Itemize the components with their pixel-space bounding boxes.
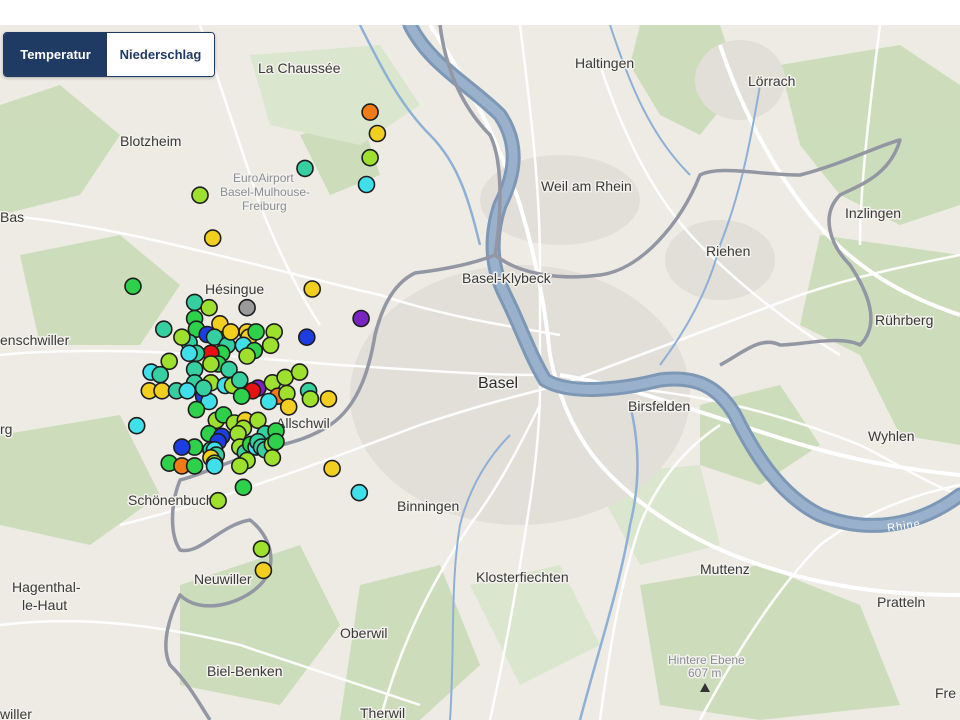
- station-marker[interactable]: [178, 381, 197, 400]
- station-marker[interactable]: [254, 561, 273, 580]
- station-marker[interactable]: [301, 390, 320, 408]
- station-marker[interactable]: [297, 328, 316, 347]
- station-marker[interactable]: [303, 280, 322, 298]
- label-haltingen: Haltingen: [575, 55, 634, 71]
- map-canvas[interactable]: La Chaussée Haltingen Lörrach Blotzheim …: [0, 25, 960, 720]
- label-bas: Bas: [0, 209, 24, 225]
- label-hesingue: Hésingue: [205, 281, 264, 297]
- label-ruehrberg: Rührberg: [875, 312, 933, 328]
- label-binningen: Binningen: [397, 498, 459, 514]
- label-hintere-ebene-elev: 607 m: [688, 666, 721, 680]
- station-marker[interactable]: [202, 355, 220, 373]
- station-marker[interactable]: [279, 398, 298, 416]
- station-marker[interactable]: [185, 293, 204, 312]
- station-marker[interactable]: [276, 368, 294, 387]
- station-marker[interactable]: [247, 323, 265, 341]
- station-marker[interactable]: [361, 148, 379, 167]
- station-marker[interactable]: [238, 347, 256, 365]
- label-hagenthal-1: Hagenthal-: [12, 579, 81, 595]
- station-marker[interactable]: [205, 457, 224, 475]
- label-weil-am-rhein: Weil am Rhein: [541, 178, 632, 194]
- label-euroairport-3: Freiburg: [242, 199, 287, 213]
- station-marker[interactable]: [173, 328, 191, 347]
- label-neuwiller: Neuwiller: [194, 571, 252, 587]
- label-pratteln: Pratteln: [877, 594, 925, 610]
- station-marker[interactable]: [238, 298, 256, 317]
- station-marker[interactable]: [357, 175, 376, 194]
- station-marker[interactable]: [252, 540, 271, 558]
- station-marker[interactable]: [127, 416, 146, 435]
- station-marker[interactable]: [191, 186, 209, 204]
- station-marker[interactable]: [361, 103, 379, 121]
- station-marker[interactable]: [290, 363, 309, 381]
- station-marker[interactable]: [232, 387, 251, 406]
- station-marker[interactable]: [368, 124, 387, 143]
- station-marker[interactable]: [350, 483, 369, 502]
- label-euroairport: EuroAirport: [233, 171, 294, 185]
- temperature-tab[interactable]: Temperatur: [4, 33, 107, 76]
- precipitation-tab[interactable]: Niederschlag: [107, 33, 214, 76]
- label-hintere-ebene: Hintere Ebene: [668, 653, 745, 667]
- station-marker[interactable]: [155, 320, 173, 339]
- label-hagenthal-2: le-Haut: [22, 597, 67, 613]
- station-marker[interactable]: [234, 478, 253, 497]
- station-marker[interactable]: [296, 159, 314, 178]
- label-rg: rg: [0, 421, 12, 437]
- station-marker[interactable]: [222, 323, 240, 341]
- label-hegenheim: enschwiller: [0, 332, 70, 348]
- label-willer: willer: [0, 706, 32, 720]
- label-fre: Fre: [935, 685, 956, 701]
- station-marker[interactable]: [180, 344, 198, 363]
- station-marker[interactable]: [319, 390, 338, 408]
- station-marker[interactable]: [124, 277, 142, 296]
- station-marker[interactable]: [323, 459, 341, 478]
- label-klosterfiechten: Klosterfiechten: [476, 569, 569, 585]
- station-marker[interactable]: [261, 336, 280, 355]
- label-schoenenbuch: Schönenbuch: [128, 492, 214, 508]
- label-blotzheim: Blotzheim: [120, 133, 181, 149]
- map-svg: La Chaussée Haltingen Lörrach Blotzheim …: [0, 25, 960, 720]
- layer-toggle: Temperatur Niederschlag: [3, 32, 215, 77]
- label-wyhlen: Wyhlen: [868, 428, 915, 444]
- label-euroairport-2: Basel-Mulhouse-: [220, 185, 310, 199]
- label-inzlingen: Inzlingen: [845, 205, 901, 221]
- station-marker[interactable]: [231, 457, 249, 475]
- label-biel-benken: Biel-Benken: [207, 663, 283, 679]
- station-marker[interactable]: [185, 457, 204, 475]
- station-marker[interactable]: [194, 379, 213, 397]
- label-basel-klybeck: Basel-Klybeck: [462, 270, 552, 286]
- label-muttenz: Muttenz: [700, 561, 750, 577]
- station-marker[interactable]: [151, 365, 169, 384]
- station-marker[interactable]: [267, 432, 285, 451]
- station-marker[interactable]: [263, 448, 282, 467]
- station-marker[interactable]: [173, 438, 191, 456]
- label-birsfelden: Birsfelden: [628, 398, 690, 414]
- station-marker[interactable]: [352, 309, 370, 328]
- label-oberwil: Oberwil: [340, 625, 387, 641]
- station-marker[interactable]: [153, 381, 171, 400]
- label-riehen: Riehen: [706, 243, 750, 259]
- station-marker[interactable]: [259, 392, 278, 411]
- station-marker[interactable]: [187, 400, 206, 419]
- label-loerrach: Lörrach: [748, 73, 795, 89]
- label-la-chaussee: La Chaussée: [258, 60, 341, 76]
- station-marker[interactable]: [203, 229, 222, 247]
- top-strip: [0, 0, 960, 25]
- station-marker[interactable]: [209, 491, 227, 510]
- station-marker[interactable]: [200, 298, 218, 317]
- label-basel: Basel: [478, 375, 518, 392]
- label-therwil: Therwil: [360, 705, 405, 720]
